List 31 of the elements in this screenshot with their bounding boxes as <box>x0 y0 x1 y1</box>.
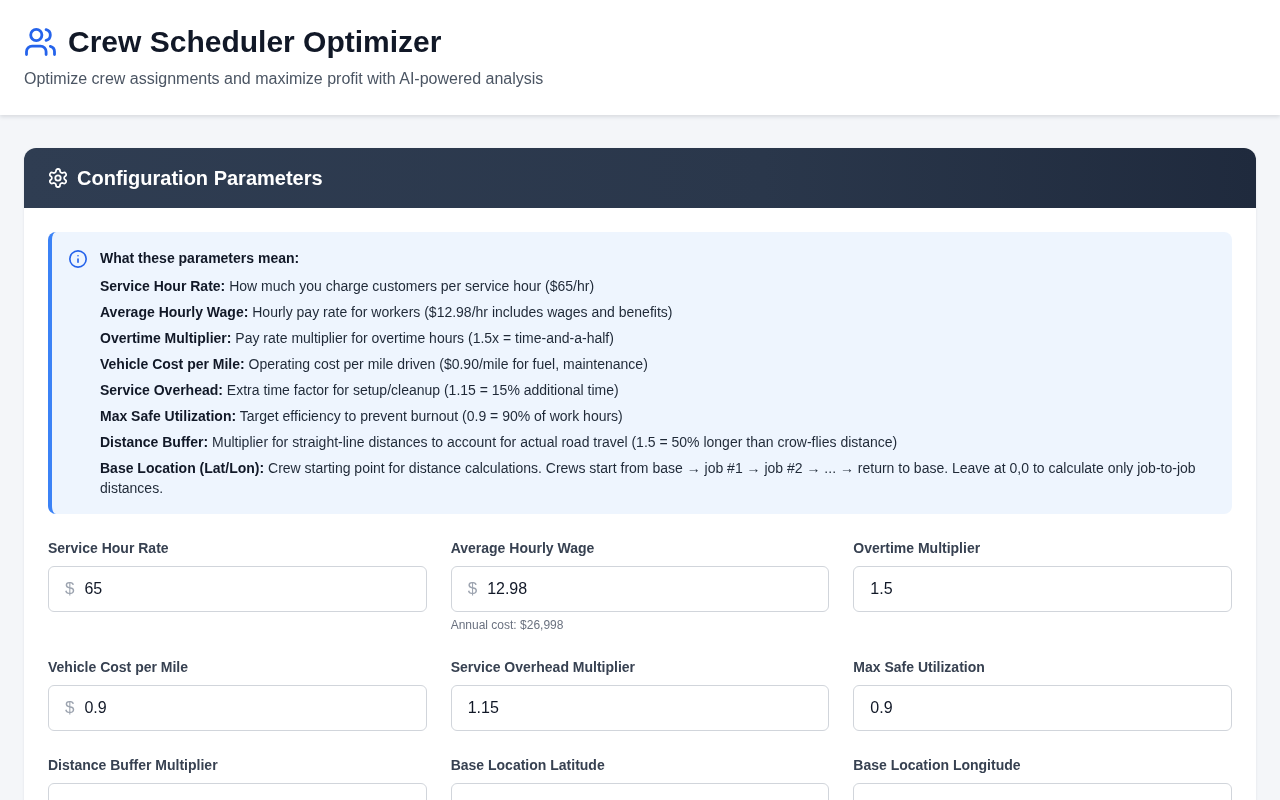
info-title: What these parameters mean: <box>100 249 301 268</box>
users-icon <box>25 28 56 56</box>
currency-input-field[interactable]: $ 0.9 <box>48 685 427 731</box>
field-label: Distance Buffer Multiplier <box>48 756 218 775</box>
parameter-description: Distance Buffer: Multiplier for straight-line distances to account for actual road travel (1.5 = 50% longer than crow-flies distance) <box>100 433 899 452</box>
field-label: Max Safe Utilization <box>853 658 985 677</box>
field-label: Service Hour Rate <box>48 539 169 558</box>
input-field[interactable]: 0.9 <box>853 685 1232 731</box>
field-label: Base Location Longitude <box>853 756 1021 775</box>
parameter-description: Vehicle Cost per Mile: Operating cost per mile driven ($0.90/mile for fuel, maintenance) <box>100 355 649 374</box>
input-field[interactable]: 1.5 <box>853 566 1232 612</box>
field-label: Vehicle Cost per Mile <box>48 658 189 677</box>
field-label: Overtime Multiplier <box>853 539 981 558</box>
field-label: Average Hourly Wage <box>450 539 595 558</box>
parameter-description: Average Hourly Wage: Hourly pay rate for workers ($12.98/hr includes wages and benefits) <box>100 303 674 322</box>
field-hint: Annual cost: $26,998 <box>450 617 564 633</box>
parameter-description: Service Hour Rate: How much you charge customers per service hour ($65/hr) <box>100 277 596 296</box>
parameter-description: Overtime Multiplier: Pay rate multiplier for overtime hours (1.5x = time-and-a-half) <box>100 329 615 348</box>
currency-input-field[interactable]: $ 12.98 <box>450 566 830 612</box>
parameter-description: Service Overhead: Extra time factor for setup/cleanup (1.15 = 15% additional time) <box>100 381 620 400</box>
app-title: Crew Scheduler Optimizer <box>68 24 442 60</box>
currency-input-field[interactable]: $ 65 <box>48 566 427 612</box>
field-label: Base Location Latitude <box>450 756 605 775</box>
parameter-description: Base Location (Lat/Lon): Crew starting point for distance calculations. Crews start from base → job #1 → job #2 → ... → return to base. Leave at 0,0 to calculate only job-to-job distances. <box>100 459 1197 498</box>
field-label: Service Overhead Multiplier <box>450 658 636 677</box>
settings-icon <box>49 168 67 188</box>
info-icon <box>69 250 87 268</box>
input-field[interactable]: 1.15 <box>450 685 830 731</box>
card-title: Configuration Parameters <box>77 166 323 191</box>
app-subtitle: Optimize crew assignments and maximize profit with AI-powered analysis <box>24 69 545 89</box>
parameter-description: Max Safe Utilization: Target efficiency to prevent burnout (0.9 = 90% of work hours) <box>100 407 624 426</box>
